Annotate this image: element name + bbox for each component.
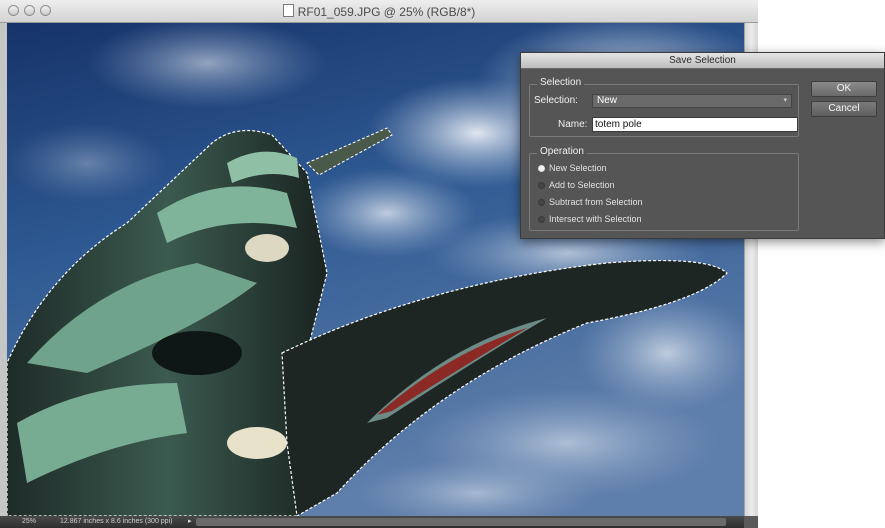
status-menu-arrow-icon[interactable]: ▸ [188, 516, 192, 528]
radio-add-to-selection[interactable]: Add to Selection [538, 180, 615, 190]
selection-group-legend: Selection [537, 77, 585, 88]
radio-intersect-with-selection[interactable]: Intersect with Selection [538, 214, 642, 224]
selection-group: Selection Selection: New ▾ Name: totem p… [529, 77, 799, 137]
radio-label: Subtract from Selection [549, 197, 643, 207]
operation-group-legend: Operation [537, 146, 587, 157]
radio-unselected-icon [538, 182, 545, 189]
operation-group: Operation New Selection Add to Selection… [529, 146, 799, 231]
document-titlebar: RF01_059.JPG @ 25% (RGB/8*) [0, 0, 758, 23]
chevron-down-icon: ▾ [783, 97, 787, 104]
radio-unselected-icon [538, 216, 545, 223]
dialog-title: Save Selection [521, 53, 884, 69]
cancel-button[interactable]: Cancel [811, 101, 877, 117]
canvas-left-edge [0, 23, 7, 516]
radio-new-selection[interactable]: New Selection [538, 163, 607, 173]
ok-button[interactable]: OK [811, 81, 877, 97]
zoom-level[interactable]: 25% [22, 516, 36, 528]
document-title: RF01_059.JPG @ 25% (RGB/8*) [0, 4, 758, 19]
radio-label: New Selection [549, 163, 607, 173]
horizontal-scrollbar[interactable] [196, 518, 726, 526]
radio-label: Intersect with Selection [549, 214, 642, 224]
name-field[interactable]: totem pole [592, 117, 798, 132]
radio-selected-icon [538, 165, 545, 172]
radio-label: Add to Selection [549, 180, 615, 190]
document-title-text: RF01_059.JPG @ 25% (RGB/8*) [297, 5, 476, 19]
resize-corner[interactable] [744, 516, 758, 528]
document-file-icon [282, 4, 294, 17]
name-label: Name: [558, 119, 588, 130]
status-bar: 25% 12.867 inches x 8.6 inches (300 ppi)… [0, 516, 758, 528]
radio-unselected-icon [538, 199, 545, 206]
document-size-info: 12.867 inches x 8.6 inches (300 ppi) [60, 518, 173, 525]
selection-dropdown[interactable]: New ▾ [592, 94, 792, 108]
selection-dropdown-value: New [597, 95, 618, 106]
radio-subtract-from-selection[interactable]: Subtract from Selection [538, 197, 643, 207]
save-selection-dialog: Save Selection Selection Selection: New … [520, 52, 885, 239]
selection-label: Selection: [534, 95, 578, 106]
